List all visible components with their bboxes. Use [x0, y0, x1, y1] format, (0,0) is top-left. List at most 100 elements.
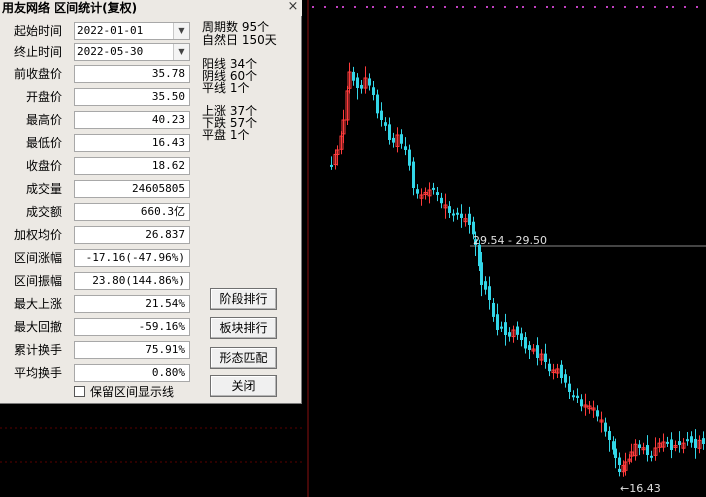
candle-body — [580, 399, 583, 407]
stat-label: 累计换手 — [13, 343, 62, 357]
top-marker — [624, 6, 626, 8]
stat-label: 加权均价 — [13, 228, 62, 242]
top-marker — [606, 6, 608, 8]
keep-interval-line-checkbox[interactable] — [74, 386, 85, 397]
stat-value: 21.54% — [74, 295, 190, 313]
top-marker — [654, 6, 656, 8]
stat-value: 26.837 — [74, 226, 190, 244]
candle-body — [352, 71, 355, 81]
pattern-match-button[interactable]: 形态匹配 — [210, 347, 277, 369]
top-marker — [396, 6, 398, 8]
sector-rank-button[interactable]: 板块排行 — [210, 317, 277, 339]
candle-body — [356, 77, 359, 88]
top-marker — [546, 6, 548, 8]
top-marker — [696, 6, 698, 8]
stat-value: -17.16(-47.96%) — [74, 249, 190, 267]
stat-value: -59.16% — [74, 318, 190, 336]
stat-label: 开盘价 — [25, 90, 62, 104]
candle-body — [618, 468, 621, 472]
top-marker — [576, 6, 578, 8]
top-marker — [414, 6, 416, 8]
candle-body — [568, 383, 571, 392]
flat-line-count: 平线 1个 — [202, 81, 250, 95]
candle-body — [372, 87, 375, 95]
top-marker — [384, 6, 386, 8]
top-marker — [324, 6, 326, 8]
candle-body — [544, 353, 547, 362]
candle-body — [524, 337, 527, 349]
candle-body — [504, 322, 507, 335]
top-marker — [372, 6, 374, 8]
start-date-select[interactable]: 2022-01-01 ▼ — [74, 22, 190, 40]
candle-body — [694, 438, 697, 448]
candle-body — [456, 212, 459, 215]
candle-body — [330, 164, 333, 167]
chevron-down-icon[interactable]: ▼ — [173, 44, 189, 60]
stat-label: 最高价 — [25, 113, 62, 127]
top-marker — [636, 6, 638, 8]
close-button[interactable]: 关闭 — [210, 375, 277, 397]
candle-body — [432, 187, 435, 190]
candle-body — [678, 441, 681, 445]
stat-value: 16.43 — [74, 134, 190, 152]
start-time-label: 起始时间 — [13, 24, 62, 38]
stat-label: 区间涨幅 — [13, 251, 62, 265]
keep-interval-line-label: 保留区间显示线 — [90, 385, 175, 399]
candle-body — [528, 345, 531, 350]
top-marker — [672, 6, 674, 8]
candle-body — [650, 455, 653, 458]
top-marker — [354, 6, 356, 8]
end-date-select[interactable]: 2022-05-30 ▼ — [74, 43, 190, 61]
candle-body — [452, 213, 455, 216]
top-marker — [402, 6, 404, 8]
candle-body — [702, 438, 705, 444]
top-marker — [552, 6, 554, 8]
stat-value: 18.62 — [74, 157, 190, 175]
candle-body — [614, 448, 617, 458]
candle-body — [436, 192, 439, 195]
natural-days: 自然日 150天 — [202, 33, 277, 47]
chevron-down-icon[interactable]: ▼ — [173, 23, 189, 39]
top-marker — [462, 6, 464, 8]
stat-value: 75.91% — [74, 341, 190, 359]
flat-count: 平盘 1个 — [202, 128, 250, 142]
candle-body — [604, 422, 607, 432]
candle-body — [376, 94, 379, 114]
candle-body — [368, 78, 371, 86]
stat-label: 平均换手 — [13, 366, 62, 380]
top-marker — [666, 6, 668, 8]
candle-body — [404, 146, 407, 150]
top-marker — [612, 6, 614, 8]
top-marker — [426, 6, 428, 8]
candle-body — [472, 221, 475, 235]
top-marker — [336, 6, 338, 8]
low-price-label: ←16.43 — [620, 482, 661, 495]
candle-body — [646, 445, 649, 455]
top-marker — [642, 6, 644, 8]
stat-value: 40.23 — [74, 111, 190, 129]
stat-value: 660.3亿 — [74, 203, 190, 221]
candle-body — [596, 410, 599, 417]
candle-body — [468, 213, 471, 225]
close-icon[interactable]: × — [286, 0, 300, 14]
interval-stats-dialog: 用友网络 区间统计(复权) × 起始时间 2022-01-01 ▼ 终止时间 2… — [0, 0, 302, 404]
candle-body — [384, 122, 387, 126]
candle-body — [500, 326, 503, 329]
top-marker — [582, 6, 584, 8]
candle-body — [520, 333, 523, 340]
end-time-label: 终止时间 — [13, 45, 62, 59]
candle-body — [612, 441, 615, 450]
candle-body — [484, 281, 487, 290]
top-marker — [444, 6, 446, 8]
candle-body — [572, 395, 575, 398]
stat-label: 最低价 — [25, 136, 62, 150]
top-marker — [492, 6, 494, 8]
candle-body — [488, 286, 491, 300]
candle-body — [380, 110, 383, 120]
stage-rank-button[interactable]: 阶段排行 — [210, 288, 277, 310]
top-marker — [564, 6, 566, 8]
candle-body — [638, 444, 641, 448]
candle-body — [388, 124, 391, 140]
dialog-titlebar[interactable]: 用友网络 区间统计(复权) × — [0, 0, 302, 16]
candle-body — [496, 314, 499, 330]
